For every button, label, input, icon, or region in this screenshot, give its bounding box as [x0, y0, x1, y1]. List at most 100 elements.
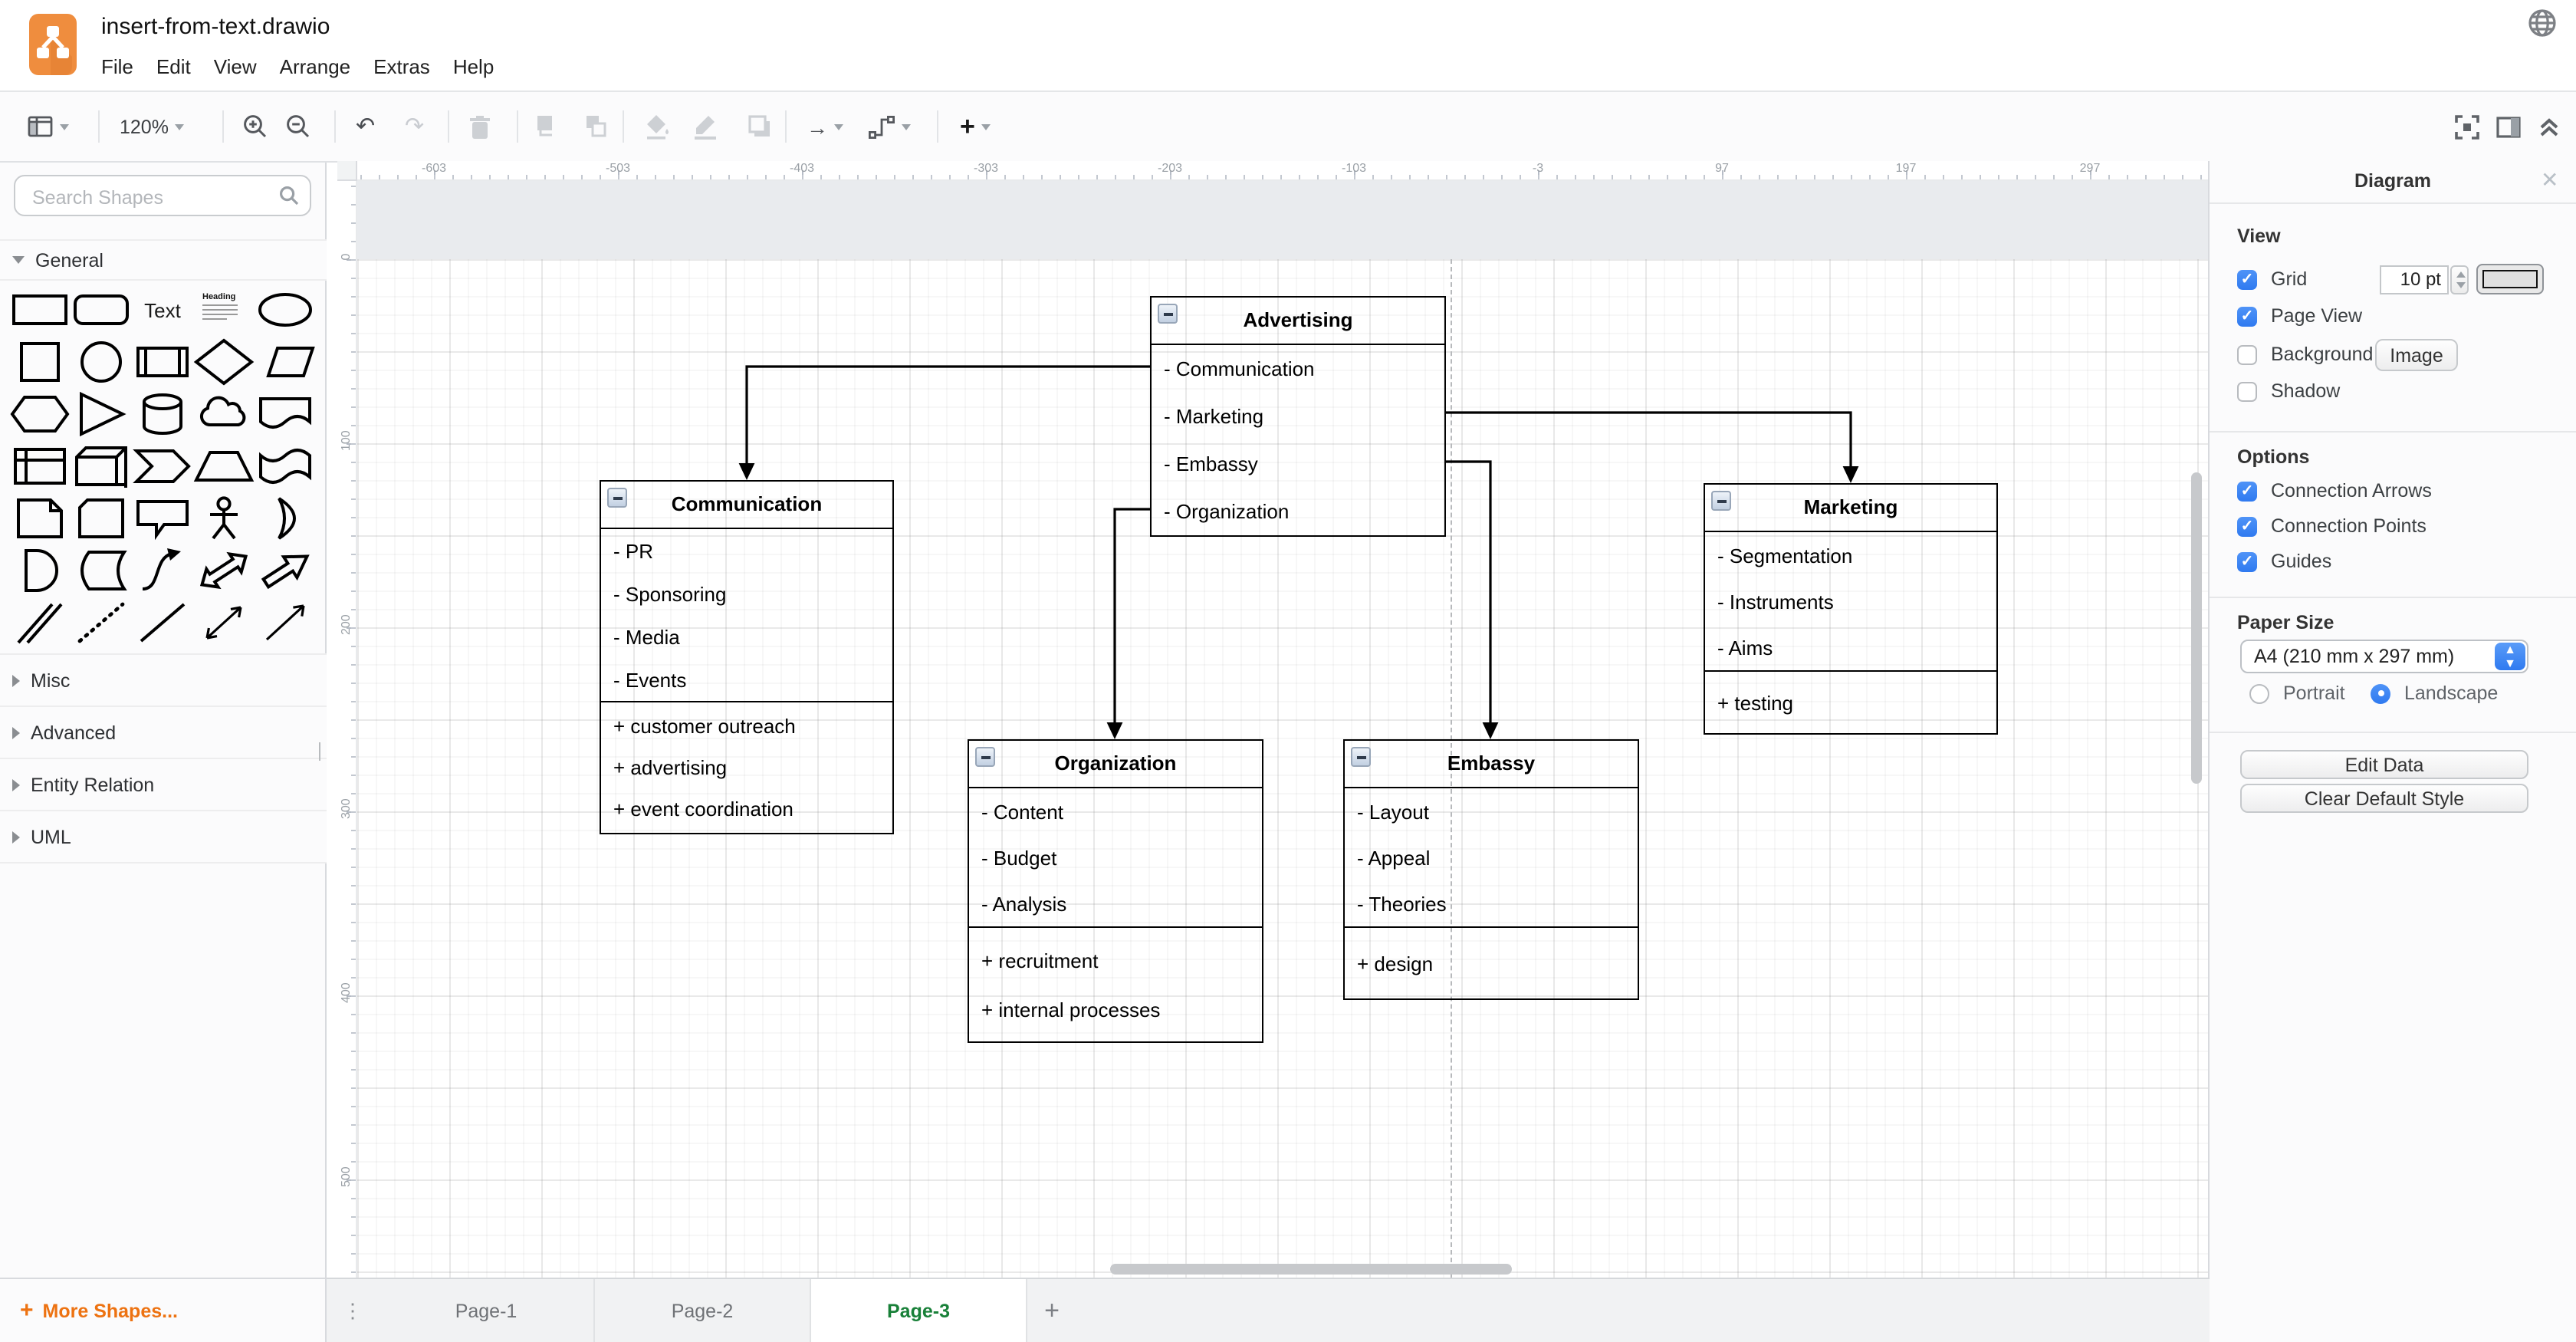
shape-and[interactable]	[9, 544, 71, 597]
portrait-option[interactable]: Portrait	[2249, 683, 2345, 704]
class-field[interactable]: - PR	[601, 529, 892, 572]
sidebar-section-entity-relation[interactable]: Entity Relation	[0, 759, 327, 811]
collapse-icon[interactable]	[1711, 491, 1731, 511]
menu-view[interactable]: View	[214, 55, 257, 78]
shape-rectangle[interactable]	[9, 284, 71, 336]
menu-extras[interactable]: Extras	[373, 55, 430, 78]
pages-menu-icon[interactable]: ⋮	[327, 1279, 379, 1342]
collapse-icon[interactable]	[607, 488, 627, 508]
class-method[interactable]: + advertising	[601, 747, 892, 788]
format-panel-toggle-icon[interactable]	[2496, 116, 2521, 137]
menu-help[interactable]: Help	[453, 55, 495, 78]
shape-cylinder[interactable]	[132, 388, 193, 440]
redo-button[interactable]: ↷	[405, 92, 424, 161]
to-back-button[interactable]	[583, 92, 609, 161]
landscape-option[interactable]: Landscape	[2371, 683, 2498, 704]
background-checkbox[interactable]	[2237, 344, 2257, 364]
grid-color-button[interactable]	[2476, 264, 2544, 294]
search-input[interactable]	[29, 179, 281, 215]
page-tab-page-1[interactable]: Page-1	[379, 1279, 595, 1342]
connection-style-button[interactable]: →	[807, 92, 843, 161]
class-field[interactable]: - Budget	[969, 834, 1262, 880]
page-view-checkbox[interactable]: ✓	[2237, 306, 2257, 326]
edit-data-button[interactable]: Edit Data	[2240, 750, 2528, 779]
vertical-scrollbar[interactable]	[2191, 472, 2202, 784]
shape-actor[interactable]	[193, 492, 255, 544]
class-field[interactable]: - Media	[601, 615, 892, 658]
shape-link[interactable]	[9, 597, 71, 649]
waypoints-button[interactable]	[868, 92, 911, 161]
guides-checkbox[interactable]: ✓	[2237, 551, 2257, 571]
page-tab-page-3[interactable]: Page-3	[811, 1279, 1027, 1342]
shape-bidirectional-arrow[interactable]	[193, 544, 255, 597]
class-field[interactable]: - Instruments	[1705, 578, 1996, 624]
class-method[interactable]: + event coordination	[601, 788, 892, 830]
shape-trapezoid[interactable]	[193, 440, 255, 492]
class-field[interactable]: - Layout	[1345, 788, 1638, 834]
shape-cube[interactable]	[71, 440, 132, 492]
grid-checkbox[interactable]: ✓	[2237, 269, 2257, 289]
collapse-icon[interactable]	[975, 747, 995, 767]
shape-bidirectional-connector[interactable]	[193, 597, 255, 649]
collapse-toolbar-icon[interactable]	[2538, 116, 2561, 137]
class-field[interactable]: - Analysis	[969, 880, 1262, 926]
shape-textbox[interactable]: Heading	[193, 284, 255, 336]
shape-curve[interactable]	[132, 544, 193, 597]
shape-search[interactable]	[14, 175, 311, 216]
uml-class-advertising[interactable]: Advertising - Communication - Marketing - E…	[1150, 296, 1446, 537]
sidebar-section-misc[interactable]: Misc	[0, 653, 327, 707]
class-method[interactable]: + design	[1345, 939, 1638, 988]
shape-callout[interactable]	[132, 492, 193, 544]
shape-hexagon[interactable]	[9, 388, 71, 440]
more-shapes-button[interactable]: + More Shapes...	[0, 1278, 327, 1342]
connection-points-checkbox[interactable]: ✓	[2237, 516, 2257, 536]
shape-card[interactable]	[71, 492, 132, 544]
class-method[interactable]: + internal processes	[969, 985, 1262, 1034]
menu-file[interactable]: File	[101, 55, 133, 78]
shape-dotted-line[interactable]	[71, 597, 132, 649]
to-front-button[interactable]	[534, 92, 560, 161]
panel-tab-diagram[interactable]: Diagram	[2210, 161, 2576, 204]
insert-button[interactable]: +	[960, 92, 991, 161]
class-title[interactable]: Organization	[969, 741, 1262, 788]
shape-step[interactable]	[132, 440, 193, 492]
shape-triangle[interactable]	[71, 388, 132, 440]
portrait-radio[interactable]	[2249, 683, 2269, 703]
shape-arrow[interactable]	[255, 544, 316, 597]
grid-size-stepper[interactable]	[2450, 265, 2469, 294]
fullscreen-icon[interactable]	[2455, 114, 2479, 139]
shape-process[interactable]	[132, 336, 193, 388]
class-field[interactable]: - Aims	[1705, 624, 1996, 670]
class-method[interactable]: + recruitment	[969, 936, 1262, 985]
paper-size-select[interactable]: A4 (210 mm x 297 mm) ▲ ▼	[2240, 640, 2528, 673]
shadow-checkbox[interactable]	[2237, 381, 2257, 401]
class-method[interactable]: + customer outreach	[601, 706, 892, 747]
view-button[interactable]	[28, 92, 69, 161]
shape-parallelogram[interactable]	[255, 336, 316, 388]
zoom-out-button[interactable]	[285, 92, 311, 161]
line-color-button[interactable]	[693, 92, 721, 161]
shape-tape[interactable]	[255, 440, 316, 492]
shape-cloud[interactable]	[193, 388, 255, 440]
diagram-canvas[interactable]: Advertising - Communication - Marketing - E…	[337, 161, 2208, 1278]
class-title[interactable]: Communication	[601, 482, 892, 529]
class-field[interactable]: - Theories	[1345, 880, 1638, 926]
sidebar-section-general[interactable]: General	[0, 239, 327, 281]
class-field[interactable]: - Events	[601, 658, 892, 701]
fill-color-button[interactable]	[644, 92, 672, 161]
shape-text[interactable]: Text	[132, 284, 193, 336]
collapse-icon[interactable]	[1351, 747, 1371, 767]
class-method[interactable]: + testing	[1705, 678, 1996, 727]
sidebar-section-advanced[interactable]: Advanced	[0, 707, 327, 759]
close-icon[interactable]: ✕	[2541, 169, 2561, 190]
uml-class-organization[interactable]: Organization - Content - Budget - Analysis +…	[968, 739, 1263, 1043]
uml-class-communication[interactable]: Communication - PR - Sponsoring - Media - Ev…	[600, 480, 894, 834]
shape-data-storage[interactable]	[71, 544, 132, 597]
shape-document[interactable]	[255, 388, 316, 440]
shadow-button[interactable]	[747, 92, 773, 161]
connection-arrows-checkbox[interactable]: ✓	[2237, 481, 2257, 501]
class-field[interactable]: - Sponsoring	[601, 572, 892, 615]
class-field[interactable]: - Communication	[1152, 345, 1444, 393]
sidebar-section-uml[interactable]: UML	[0, 811, 327, 863]
shape-note[interactable]	[9, 492, 71, 544]
